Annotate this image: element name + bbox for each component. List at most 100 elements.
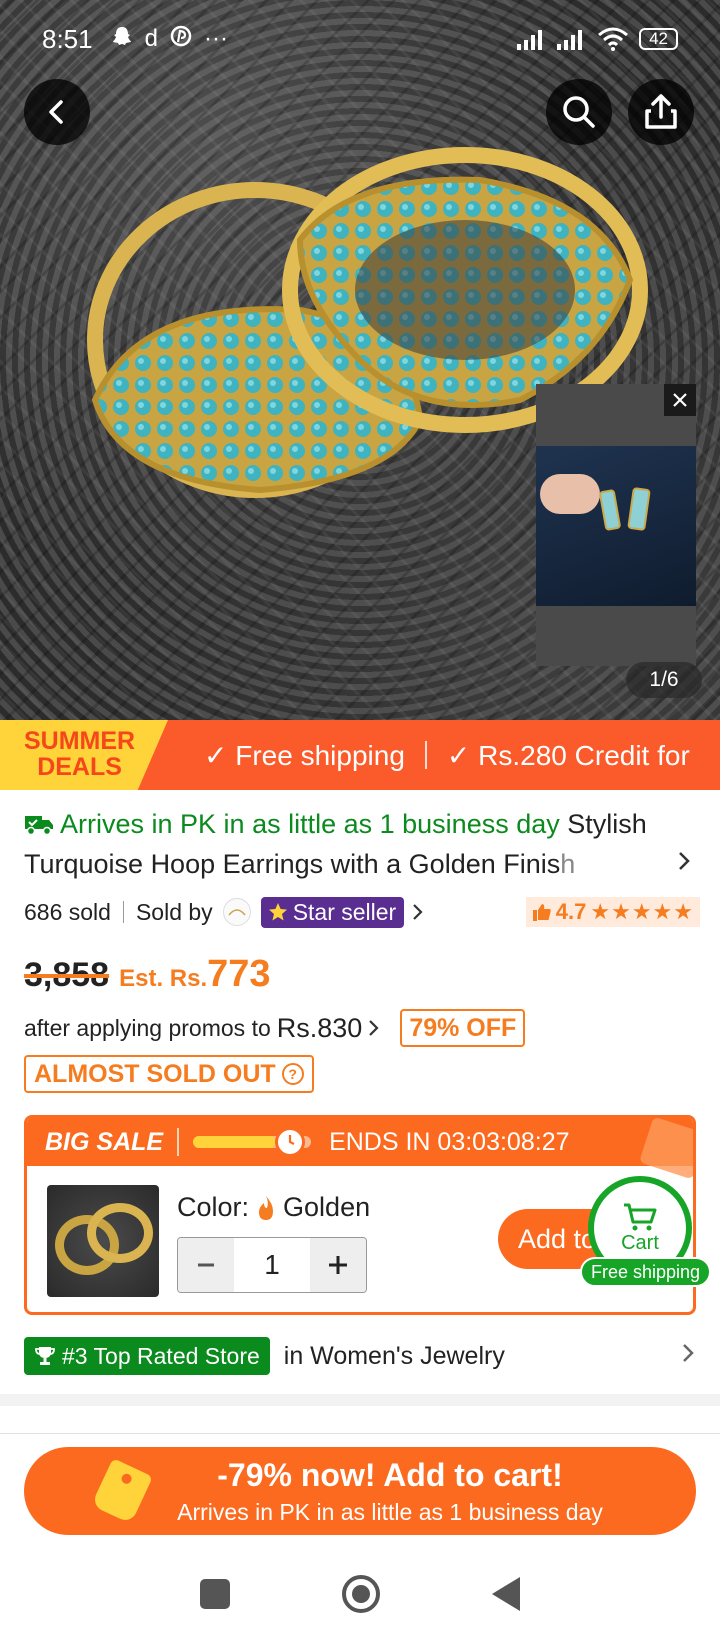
- star-seller-label: Star seller: [292, 898, 397, 925]
- notification-icons: d ···: [111, 25, 228, 54]
- pinterest-icon: [170, 25, 192, 54]
- sale-progress-fill: [193, 1136, 276, 1148]
- clock-icon: [275, 1127, 306, 1157]
- color-selector[interactable]: Color: Golden: [177, 1192, 370, 1223]
- help-icon[interactable]: ?: [281, 1063, 304, 1085]
- signal-icon: [557, 30, 583, 50]
- promo-divider: [424, 741, 427, 769]
- seller-logo-icon: [228, 909, 246, 916]
- promo-text: after applying promos to: [24, 1014, 271, 1041]
- almost-sold-out-label: ALMOST SOLD OUT: [34, 1059, 276, 1088]
- decrease-quantity-button[interactable]: [178, 1238, 234, 1292]
- promo-price: Rs.830: [276, 1012, 363, 1043]
- rating-badge[interactable]: 4.7 ★★★★★: [525, 897, 700, 927]
- wifi-icon: [598, 27, 629, 51]
- snapchat-icon: [111, 25, 133, 54]
- home-dot: [352, 1585, 370, 1603]
- image-counter: 1/6: [626, 662, 702, 698]
- free-shipping-promo: ✓ Free shipping: [204, 739, 405, 771]
- recents-button[interactable]: [200, 1579, 230, 1609]
- sold-by-label: Sold by: [135, 898, 213, 925]
- seller-row: 686 sold Sold by Star seller 4.7 ★★★★★: [24, 893, 700, 931]
- sold-count: 686 sold: [24, 898, 111, 925]
- sale-progress-bar: [193, 1127, 312, 1157]
- close-icon: [673, 393, 687, 407]
- chevron-right-icon[interactable]: [676, 848, 692, 880]
- credit-promo: ✓ Rs.280 Credit for: [446, 739, 690, 771]
- chevron-right-icon: [680, 1340, 696, 1372]
- summer-deals-label: SUMMER DEALS: [24, 728, 135, 780]
- title-truncated: h: [560, 849, 576, 879]
- video-earring: [598, 488, 622, 532]
- arrives-text: Arrives in PK in as little as 1 business…: [60, 809, 560, 839]
- video-frame: [536, 446, 696, 606]
- home-button[interactable]: [342, 1575, 380, 1613]
- top-rated-badge: #3 Top Rated Store: [24, 1337, 270, 1375]
- product-title[interactable]: Arrives in PK in as little as 1 business…: [24, 804, 674, 884]
- top-rated-label: #3 Top Rated Store: [62, 1342, 260, 1369]
- quantity-stepper: 1: [177, 1237, 367, 1293]
- nav-back-button[interactable]: [492, 1577, 520, 1611]
- price-row: 3,858 Est. Rs. 773: [24, 953, 271, 1003]
- chevron-right-icon: [369, 1020, 379, 1036]
- star-seller-badge[interactable]: Star seller: [260, 896, 405, 928]
- color-label: Color:: [177, 1192, 250, 1222]
- back-button[interactable]: [24, 79, 90, 145]
- close-video-button[interactable]: [664, 384, 696, 416]
- search-icon: [563, 96, 595, 128]
- est-price: 773: [207, 953, 271, 995]
- quantity-value[interactable]: 1: [234, 1238, 310, 1292]
- promo-row[interactable]: after applying promos to Rs.830 79% OFF: [24, 1008, 526, 1048]
- more-dots-icon: ···: [203, 24, 228, 52]
- seller-logo[interactable]: [222, 898, 251, 926]
- store-category: in Women's Jewelry: [283, 1341, 505, 1370]
- video-earring: [627, 486, 651, 532]
- cta-title: -79% now! Add to cart!: [217, 1457, 563, 1493]
- top-rated-store-row[interactable]: #3 Top Rated Store in Women's Jewelry: [24, 1336, 696, 1376]
- big-sale-title: BIG SALE: [45, 1127, 164, 1156]
- add-to-cart-cta[interactable]: -79% now! Add to cart! Arrives in PK in …: [24, 1447, 696, 1535]
- battery-icon: 42: [639, 28, 678, 50]
- variant-thumbnail[interactable]: [47, 1185, 159, 1297]
- discount-badge: 79% OFF: [400, 1009, 526, 1047]
- share-icon: [645, 94, 677, 129]
- chevron-right-icon[interactable]: [410, 901, 426, 923]
- trophy-icon: [35, 1347, 55, 1365]
- promo-banner[interactable]: SUMMER DEALS ✓ Free shipping ✓ Rs.280 Cr…: [0, 720, 720, 790]
- thumbs-up-icon: [532, 904, 551, 921]
- star-icon: [268, 903, 287, 921]
- badge-line-1: SUMMER: [24, 727, 136, 755]
- color-value: Golden: [283, 1192, 371, 1222]
- video-hand: [540, 474, 600, 514]
- free-shipping-tag: Free shipping: [580, 1257, 712, 1287]
- video-preview[interactable]: [536, 384, 696, 666]
- almost-sold-out-badge[interactable]: ALMOST SOLD OUT ?: [24, 1055, 314, 1093]
- cta-subtitle: Arrives in PK in as little as 1 business…: [177, 1499, 603, 1525]
- d-app-icon: d: [144, 24, 158, 52]
- est-price-label: Est. Rs.: [119, 965, 208, 992]
- original-price: 3,858: [24, 956, 110, 994]
- thumb-earring: [87, 1203, 153, 1263]
- sale-countdown: ENDS IN 03:03:08:27: [329, 1127, 570, 1156]
- section-divider: [0, 1394, 720, 1406]
- signal-icon: [517, 30, 543, 50]
- plus-icon: [329, 1256, 347, 1274]
- rating-stars: ★★★★★: [590, 899, 694, 924]
- divider: [122, 901, 124, 923]
- bottom-bar-divider: [0, 1433, 720, 1434]
- cart-icon: [624, 1203, 657, 1230]
- status-bar: 8:51 d ··· 42: [0, 0, 720, 78]
- status-time: 8:51: [42, 23, 93, 54]
- delivery-truck-icon: [25, 816, 53, 836]
- badge-line-2: DEALS: [37, 753, 122, 781]
- minus-icon: [198, 1263, 214, 1267]
- search-button[interactable]: [546, 79, 612, 145]
- gift-deco-icon: [638, 1118, 693, 1180]
- system-icons: 42: [517, 27, 678, 51]
- increase-quantity-button[interactable]: [310, 1238, 366, 1292]
- big-sale-header: BIG SALE ENDS IN 03:03:08:27: [27, 1118, 693, 1180]
- system-nav-bar: [0, 1548, 720, 1640]
- divider: [177, 1128, 180, 1156]
- flame-icon: [259, 1195, 274, 1220]
- share-button[interactable]: [628, 79, 694, 145]
